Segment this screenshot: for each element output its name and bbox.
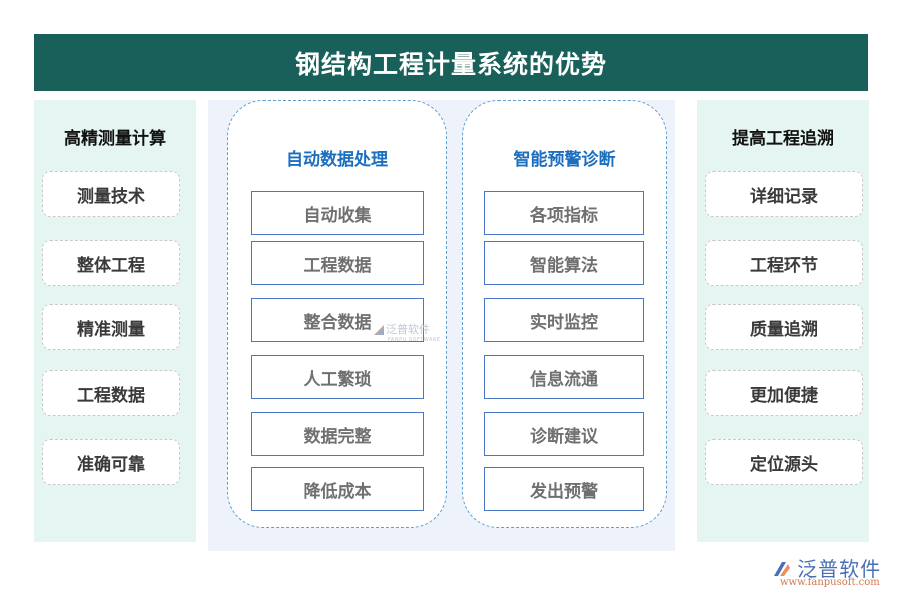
right-panel-title: 提高工程追溯	[732, 129, 834, 149]
brand-logo-icon	[774, 561, 790, 576]
right-item: 详细记录	[705, 171, 863, 217]
right-panel: 提高工程追溯 详细记录 工程环节 质量追溯 更加便捷 定位源头	[697, 100, 869, 542]
group2-item: 实时监控	[484, 298, 644, 342]
watermark-text: 泛普软件	[386, 323, 430, 336]
left-item: 准确可靠	[42, 439, 180, 485]
left-panel-title: 高精测量计算	[64, 129, 166, 149]
group2-item: 各项指标	[484, 191, 644, 235]
group2-item: 发出预警	[484, 467, 644, 511]
left-item: 工程数据	[42, 370, 180, 416]
right-item: 更加便捷	[705, 370, 863, 416]
group1-item: 自动收集	[251, 191, 424, 235]
group2-item: 信息流通	[484, 355, 644, 399]
watermark-logo-icon	[374, 325, 384, 335]
page-title: 钢结构工程计量系统的优势	[294, 49, 607, 79]
left-item: 精准测量	[42, 304, 180, 350]
watermark-subtext: FANPU SOFTWARE	[388, 337, 441, 343]
group-title: 智能预警诊断	[513, 150, 616, 170]
left-panel: 高精测量计算 测量技术 整体工程 精准测量 工程数据 准确可靠	[34, 100, 196, 542]
group1-item: 人工繁琐	[251, 355, 424, 399]
right-item: 定位源头	[705, 439, 863, 485]
left-item: 整体工程	[42, 240, 180, 286]
brand: 泛普软件 www.fanpusoft.com	[772, 553, 881, 588]
group-title: 自动数据处理	[286, 150, 388, 170]
group1-item: 降低成本	[251, 467, 424, 511]
watermark: 泛普软件 FANPU SOFTWARE	[374, 321, 441, 343]
title-bar: 钢结构工程计量系统的优势	[34, 34, 868, 91]
right-item: 质量追溯	[705, 304, 863, 350]
brand-url: www.fanpusoft.com	[780, 577, 880, 588]
group2-item: 智能算法	[484, 241, 644, 285]
group2-item: 诊断建议	[484, 412, 644, 456]
group-auto-data-processing: 自动数据处理 自动收集 工程数据 整合数据 人工繁琐 数据完整 降低成本	[227, 100, 447, 528]
group1-item: 工程数据	[251, 241, 424, 285]
left-item: 测量技术	[42, 171, 180, 217]
group-smart-warning: 智能预警诊断 各项指标 智能算法 实时监控 信息流通 诊断建议 发出预警	[462, 100, 667, 528]
group1-item: 数据完整	[251, 412, 424, 456]
right-item: 工程环节	[705, 240, 863, 286]
